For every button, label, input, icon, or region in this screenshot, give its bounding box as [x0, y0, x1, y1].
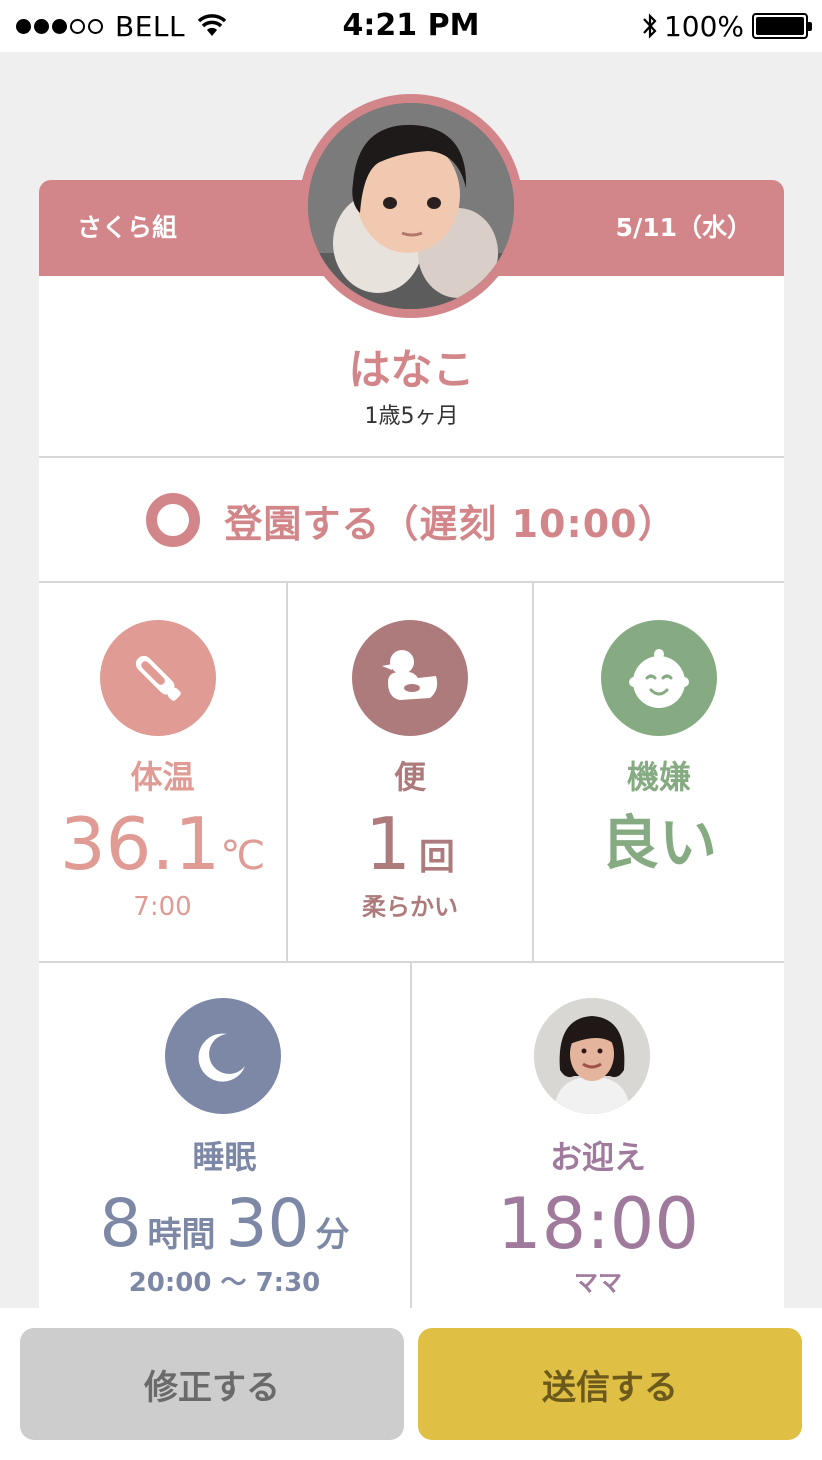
sleep-title: 睡眠: [192, 1138, 257, 1176]
mood-value: 良い: [600, 809, 717, 877]
child-name: はなこ: [348, 345, 475, 394]
baby-face-icon: [601, 620, 717, 736]
report-date: 5/11（水）: [615, 213, 752, 242]
moon-icon: [165, 998, 281, 1114]
attendance-label: 登園する（遅刻 10:00）: [224, 501, 677, 546]
temperature-cell[interactable]: 体温 36.1℃ 7:00: [39, 582, 286, 962]
sleep-duration: 8 時間 30 分: [39, 1184, 410, 1281]
temperature-value: 36.1: [59, 802, 221, 886]
status-right: 100%: [640, 8, 812, 44]
pickup-cell[interactable]: お迎え 18:00 ママ: [412, 962, 784, 1308]
stool-unit: 回: [418, 837, 455, 878]
sleep-range: 20:00 〜 7:30: [128, 1268, 321, 1298]
status-bar: BELL 4:21 PM 100%: [0, 0, 822, 52]
stool-note: 柔らかい: [362, 893, 458, 921]
mood-cell[interactable]: 機嫌 良い: [534, 582, 784, 962]
temperature-time: 7:00: [133, 892, 192, 922]
bluetooth-icon: [643, 13, 657, 39]
sleep-minutes: 30: [225, 1185, 310, 1262]
pickup-title: お迎え: [549, 1138, 646, 1176]
pickup-time: 18:00: [497, 1183, 699, 1265]
mood-title: 機嫌: [626, 758, 691, 796]
sleep-hours: 8: [99, 1185, 142, 1262]
duck-icon: [352, 620, 468, 736]
action-bar: 修正する 送信する: [0, 1308, 822, 1460]
child-photo: [308, 103, 514, 309]
child-avatar[interactable]: [299, 94, 523, 318]
temperature-unit: ℃: [220, 833, 266, 879]
temperature-value-group: 36.1℃: [39, 804, 286, 904]
stool-cell[interactable]: 便 1回 柔らかい: [288, 582, 532, 962]
child-age: 1歳5ヶ月: [364, 404, 459, 429]
parent-avatar: [534, 998, 650, 1114]
send-button[interactable]: 送信する: [418, 1328, 802, 1440]
attendance-circle-icon: [146, 493, 201, 547]
pickup-person: ママ: [574, 1269, 622, 1297]
class-name: さくら組: [77, 213, 178, 242]
stool-value-group: 1回: [288, 804, 532, 904]
sleep-minutes-unit: 分: [315, 1215, 350, 1255]
edit-button[interactable]: 修正する: [20, 1328, 404, 1440]
stool-count: 1: [365, 802, 411, 886]
sleep-hours-unit: 時間: [147, 1215, 216, 1255]
stool-title: 便: [393, 758, 426, 796]
sleep-cell[interactable]: 睡眠 8 時間 30 分 20:00 〜 7:30: [39, 962, 410, 1308]
battery-icon: [752, 13, 812, 39]
battery-percent: 100%: [663, 9, 744, 43]
thermometer-icon: [100, 620, 216, 736]
attendance-row[interactable]: 登園する（遅刻 10:00）: [39, 458, 784, 582]
temperature-title: 体温: [130, 758, 195, 796]
